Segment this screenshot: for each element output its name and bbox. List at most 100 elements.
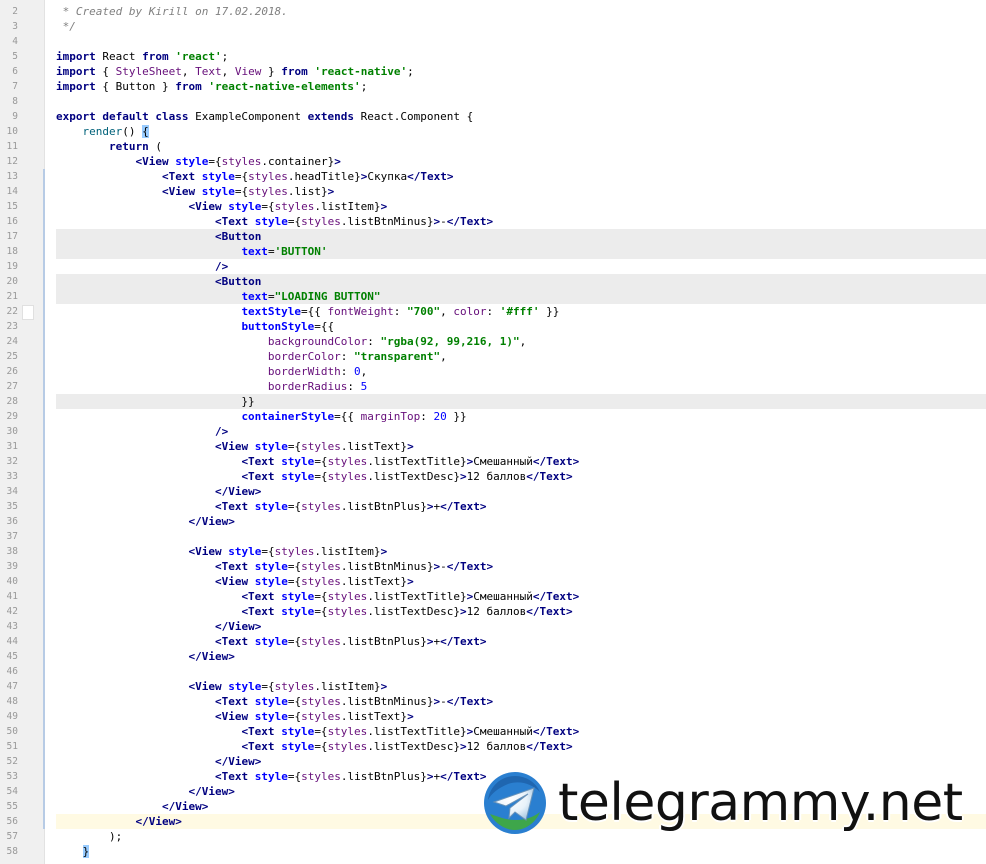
code-token: ={: [234, 170, 249, 183]
code-line[interactable]: 38 <View style={styles.listItem}>: [0, 544, 986, 559]
code-line[interactable]: 36 </View>: [0, 514, 986, 529]
code-line[interactable]: 46: [0, 664, 986, 679]
code-text: <Text style={styles.listTextDesc}>12 бал…: [56, 604, 986, 619]
code-line[interactable]: 8: [0, 94, 986, 109]
code-line[interactable]: 25 borderColor: "transparent",: [0, 349, 986, 364]
code-line[interactable]: 42 <Text style={styles.listTextDesc}>12 …: [0, 604, 986, 619]
code-line[interactable]: 24 backgroundColor: "rgba(92, 99,216, 1)…: [0, 334, 986, 349]
code-token: <View: [188, 545, 229, 558]
code-line[interactable]: 49 <View style={styles.listText}>: [0, 709, 986, 724]
code-line[interactable]: 23 buttonStyle={{: [0, 319, 986, 334]
code-token: ={: [287, 575, 302, 588]
vcs-change-marker: [43, 229, 45, 244]
code-line[interactable]: 28 }}: [0, 394, 986, 409]
code-token: </View>: [214, 755, 262, 768]
code-line[interactable]: 51 <Text style={styles.listTextDesc}>12 …: [0, 739, 986, 754]
code-line[interactable]: 3 */: [0, 19, 986, 34]
code-line[interactable]: 18 text='BUTTON': [0, 244, 986, 259]
code-token: <Text: [214, 215, 255, 228]
code-token: </Text>: [407, 170, 454, 183]
vcs-change-marker: [43, 364, 45, 379]
code-line[interactable]: 21 text="LOADING BUTTON": [0, 289, 986, 304]
code-line[interactable]: 58 }: [0, 844, 986, 859]
vcs-change-marker: [43, 394, 45, 409]
code-text: <Text style={styles.listBtnPlus}>+</Text…: [56, 634, 986, 649]
line-number: 39: [6, 561, 18, 572]
line-number: 6: [12, 66, 18, 77]
code-line[interactable]: 45 </View>: [0, 649, 986, 664]
code-line[interactable]: 41 <Text style={styles.listTextTitle}>См…: [0, 589, 986, 604]
code-line[interactable]: 17 <Button: [0, 229, 986, 244]
code-line[interactable]: 15 <View style={styles.listItem}>: [0, 199, 986, 214]
code-line[interactable]: 14 <View style={styles.list}>: [0, 184, 986, 199]
code-line[interactable]: 11 return (: [0, 139, 986, 154]
code-token: ={: [261, 545, 275, 558]
code-token: from: [142, 50, 169, 63]
code-token: .container}: [261, 155, 335, 168]
code-line[interactable]: 6 import { StyleSheet, Text, View } from …: [0, 64, 986, 79]
code-line[interactable]: 16 <Text style={styles.listBtnMinus}>-</…: [0, 214, 986, 229]
code-line[interactable]: 33 <Text style={styles.listTextDesc}>12 …: [0, 469, 986, 484]
code-line[interactable]: 50 <Text style={styles.listTextTitle}>См…: [0, 724, 986, 739]
code-line[interactable]: 30 />: [0, 424, 986, 439]
code-token: render: [82, 125, 123, 138]
code-token: on 17.02.2018.: [188, 5, 288, 18]
code-line[interactable]: 32 <Text style={styles.listTextTitle}>См…: [0, 454, 986, 469]
code-editor[interactable]: 2 * Created by Kirill on 17.02.2018. 3 */…: [0, 0, 986, 864]
code-token: 'BUTTON': [274, 245, 328, 258]
code-line[interactable]: 22 textStyle={{ fontWeight: "700", color…: [0, 304, 986, 320]
code-line[interactable]: 39 <Text style={styles.listBtnMinus}>-</…: [0, 559, 986, 574]
code-line[interactable]: 44 <Text style={styles.listBtnPlus}>+</T…: [0, 634, 986, 649]
code-line[interactable]: 13 <Text style={styles.headTitle}>Скупка…: [0, 169, 986, 184]
code-line[interactable]: 35 <Text style={styles.listBtnPlus}>+</T…: [0, 499, 986, 514]
code-line[interactable]: 37: [0, 529, 986, 544]
code-line[interactable]: 40 <View style={styles.listText}>: [0, 574, 986, 589]
code-line[interactable]: 19 />: [0, 259, 986, 274]
code-token: ={: [261, 680, 275, 693]
code-line[interactable]: 52 </View>: [0, 754, 986, 769]
code-line[interactable]: 34 </View>: [0, 484, 986, 499]
vcs-change-marker: [43, 199, 45, 214]
code-line[interactable]: 47 <View style={styles.listItem}>: [0, 679, 986, 694]
code-line[interactable]: 31 <View style={styles.listText}>: [0, 439, 986, 454]
code-line[interactable]: 26 borderWidth: 0,: [0, 364, 986, 379]
vcs-change-marker: [43, 484, 45, 499]
code-text: </View>: [56, 484, 986, 499]
code-text: borderRadius: 5: [56, 379, 986, 394]
code-line[interactable]: 2 * Created by Kirill on 17.02.2018.: [0, 4, 986, 19]
code-token: styles: [301, 500, 341, 513]
code-token: Смешанный: [473, 725, 533, 738]
code-token: </View>: [188, 515, 235, 528]
code-token: <Text: [214, 560, 255, 573]
line-number: 35: [6, 501, 18, 512]
vcs-change-marker: [43, 784, 45, 799]
code-text: <View style={styles.listText}>: [56, 709, 986, 724]
code-line[interactable]: 7 import { Button } from 'react-native-el…: [0, 79, 986, 94]
code-line[interactable]: 48 <Text style={styles.listBtnMinus}>-</…: [0, 694, 986, 709]
code-token: >: [380, 200, 388, 213]
code-token: .listTextTitle}: [367, 455, 467, 468]
line-number: 8: [12, 96, 18, 107]
code-line[interactable]: 12 <View style={styles.container}>: [0, 154, 986, 169]
code-line[interactable]: 5 import React from 'react';: [0, 49, 986, 64]
code-line[interactable]: 20 <Button: [0, 274, 986, 289]
code-token: style: [254, 695, 288, 708]
code-token: </Text>: [440, 635, 487, 648]
code-token: from: [281, 65, 308, 78]
code-token: }}: [446, 410, 467, 423]
code-line[interactable]: 10 render() {: [0, 124, 986, 139]
code-line[interactable]: 43 </View>: [0, 619, 986, 634]
code-line[interactable]: 29 containerStyle={{ marginTop: 20 }}: [0, 409, 986, 424]
code-line[interactable]: 27 borderRadius: 5: [0, 379, 986, 394]
code-line[interactable]: 9 export default class ExampleComponent e…: [0, 109, 986, 124]
code-line[interactable]: 4: [0, 34, 986, 49]
code-token: .listBtnMinus}: [340, 695, 434, 708]
code-token: styles: [301, 770, 341, 783]
